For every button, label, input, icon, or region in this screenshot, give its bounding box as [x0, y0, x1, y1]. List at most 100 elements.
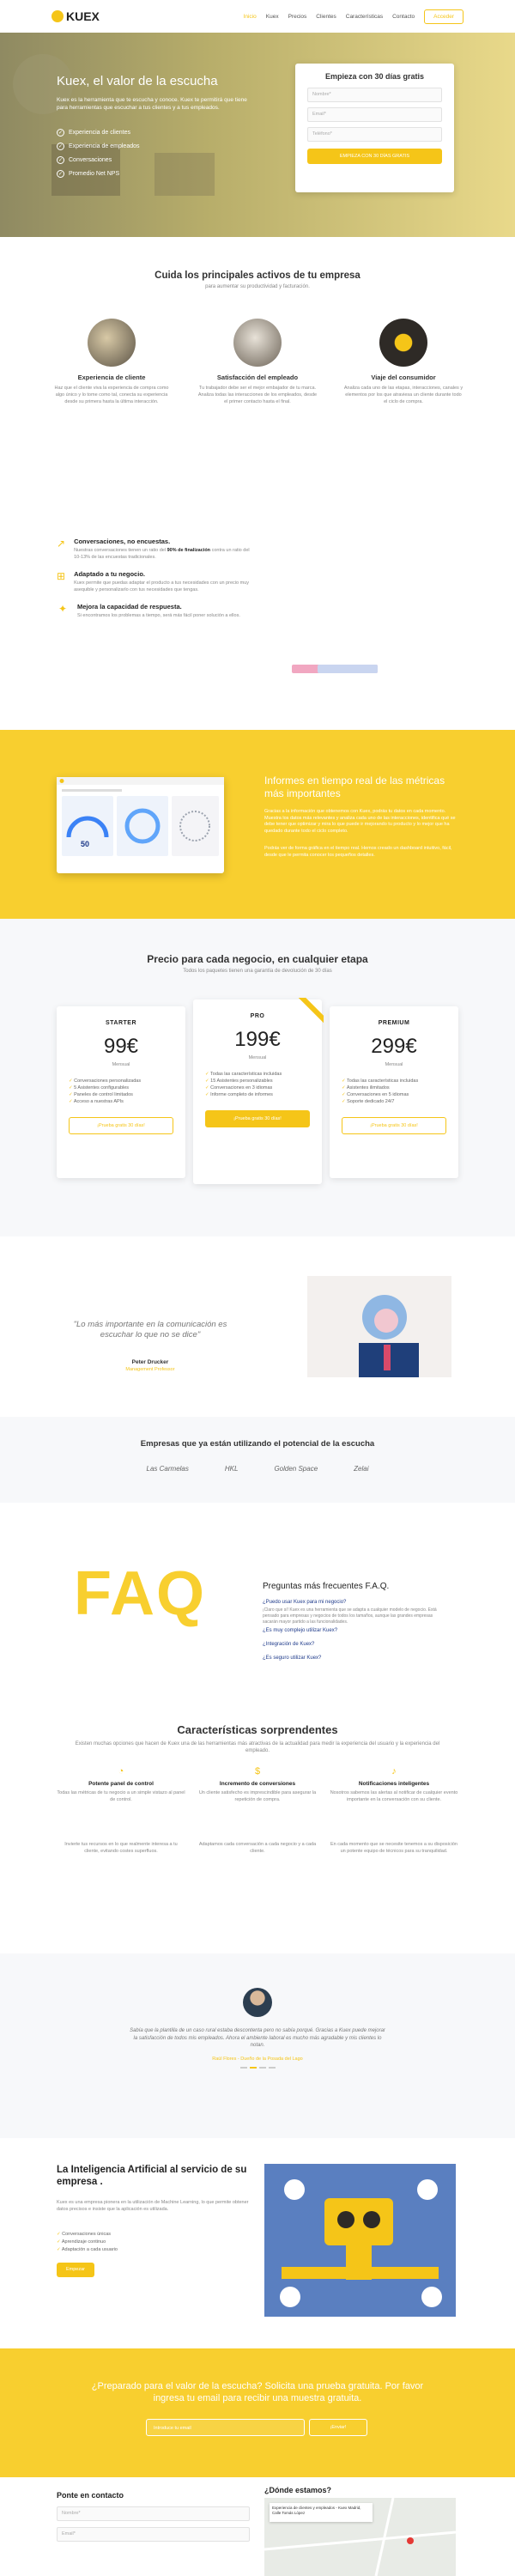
trial-email-input[interactable]: Introduce tu email	[146, 2419, 305, 2436]
carousel-dot[interactable]	[240, 2067, 247, 2069]
nav-item-contacto[interactable]: Contacto	[392, 14, 415, 20]
quote-role: Management Professor	[125, 1367, 175, 1372]
asset-card: Satisfacción del empleado Tu trabajador …	[197, 319, 318, 405]
characteristic-item: Adaptamos cada conversación a cada negoc…	[193, 1842, 322, 1855]
carousel-dot[interactable]	[269, 2067, 276, 2069]
nav-item-inicio[interactable]: Inicio	[244, 14, 257, 20]
faq-question[interactable]: ¿Integración de Kuex?	[263, 1642, 314, 1647]
check-icon: ✓	[57, 156, 64, 164]
portrait-illustration	[307, 1276, 451, 1377]
hero-bullet: ✓ Experiencia de clientes	[57, 129, 140, 137]
characteristics-subtitle: Existen muchas opciones que hacen de Kue…	[75, 1741, 440, 1753]
metrics-text-1: Gracias a la información que obtenemos c…	[264, 809, 456, 834]
pricing-section: Precio para cada negocio, en cualquier e…	[0, 919, 515, 1236]
plan-features: Conversaciones personalizadas 5 Asistent…	[69, 1078, 173, 1105]
companies-title: Empresas que ya están utilizando el pote…	[140, 1439, 375, 1449]
trial-section: ¿Preparado para el valor de la escucha? …	[0, 2348, 515, 2477]
assets-section: Cuida los principales activos de tu empr…	[0, 237, 515, 428]
faq-section: FAQ Preguntas más frecuentes F.A.Q. ¿Pue…	[0, 1503, 515, 1713]
dollar-icon: $	[254, 1766, 261, 1777]
characteristics-section: Características sorprendentes Existen mu…	[0, 1713, 515, 1953]
form-title: Empieza con 30 días gratis	[324, 72, 425, 81]
features-section: ↗ Conversaciones, no encuestas. Nuestras…	[0, 428, 515, 730]
bell-icon: ♪	[391, 1766, 397, 1777]
characteristic-item: ♪ Notificaciones inteligentes Nosotros s…	[330, 1766, 458, 1803]
quote-section: "Lo más importante en la comunicación es…	[0, 1236, 515, 1417]
map-info-card: Experiencia de clientes y empleados - Ku…	[270, 2503, 373, 2522]
hero-title: Kuex, el valor de la escucha	[57, 74, 218, 88]
brand-name: KUEX	[66, 9, 100, 23]
characteristic-item: $ Incremento de conversiones Un cliente …	[193, 1766, 322, 1803]
ai-bullet: Conversaciones únicas	[57, 2231, 118, 2239]
ai-title: La Inteligencia Artificial al servicio d…	[57, 2165, 247, 2187]
asset-title: Experiencia de cliente	[77, 374, 146, 381]
nav-item-clientes[interactable]: Clientes	[316, 14, 336, 20]
characteristic-item: Invierte tus recursos en lo que realment…	[57, 1842, 185, 1855]
hero-bullet-label: Conversaciones	[69, 157, 112, 163]
trial-title: ¿Preparado para el valor de la escucha? …	[91, 2381, 424, 2403]
feature-text: Si encontramos los problemas a tiempo, s…	[77, 613, 240, 618]
gauge-icon: ◔	[118, 1766, 124, 1777]
carousel-dots[interactable]	[240, 2067, 276, 2069]
contact-name-field[interactable]: Nombre*	[57, 2506, 250, 2521]
plan-features: Todas las características incluidas Asis…	[342, 1078, 446, 1105]
hero-bullet-label: Experiencia de clientes	[69, 130, 130, 136]
plan-period: Mensual	[112, 1062, 130, 1067]
hero-bullet-label: Promedio Net NPS	[69, 171, 120, 177]
trial-submit-button[interactable]: ¡Enviar!	[309, 2419, 367, 2436]
main-menu: Inicio Kuex Precios Clientes Característ…	[244, 9, 464, 24]
faq-illustration: FAQ	[74, 1559, 207, 1628]
characteristic-text: En cada momento que se necesite tenemos …	[330, 1842, 457, 1854]
testimonial-author: Raúl Flores - Dueño de la Posada del Lag…	[212, 2057, 303, 2062]
top-navbar: KUEX Inicio Kuex Precios Clientes Caract…	[0, 0, 515, 33]
nav-item-precios[interactable]: Precios	[288, 14, 307, 20]
plan-price: 199€	[234, 1028, 281, 1051]
ai-section: La Inteligencia Artificial al servicio d…	[0, 2138, 515, 2348]
section-subtitle: para aumentar su productividad y factura…	[205, 284, 310, 289]
nav-item-caracteristicas[interactable]: Características	[346, 14, 383, 20]
dashboard-illustration	[57, 777, 224, 856]
hero-section: Kuex, el valor de la escucha Kuex es la …	[0, 33, 515, 237]
phone-illustration	[292, 665, 378, 673]
characteristic-title: Incremento de conversiones	[219, 1781, 296, 1787]
pricing-card-starter: STARTER 99€ Mensual Conversaciones perso…	[57, 1006, 185, 1178]
contact-email-field[interactable]: Email*	[57, 2527, 250, 2542]
start-button[interactable]: Empezar	[57, 2263, 94, 2277]
feature-title: Adaptado a tu negocio.	[74, 570, 145, 578]
quote-text: "Lo más importante en la comunicación es…	[73, 1320, 227, 1340]
brand-logo[interactable]: KUEX	[52, 9, 100, 23]
characteristic-item: ◔ Potente panel de control Todas las mét…	[57, 1766, 185, 1803]
faq-question[interactable]: ¿Puedo usar Kuex para mi negocio?	[263, 1600, 346, 1605]
chart-icon: ↗	[57, 538, 66, 550]
faq-question[interactable]: ¿Es muy complejo utilizar Kuex?	[263, 1628, 337, 1633]
plan-feature: Conversaciones en 5 idiomas	[342, 1091, 446, 1098]
starter-trial-button[interactable]: ¡Prueba gratis 30 días!	[69, 1117, 173, 1134]
location-map[interactable]: Experiencia de clientes y empleados - Ku…	[264, 2497, 457, 2576]
name-field[interactable]: Nombre*	[307, 88, 442, 102]
pro-trial-button[interactable]: ¡Prueba gratis 30 días!	[205, 1110, 310, 1127]
plan-price: 299€	[371, 1035, 417, 1058]
plan-feature: Soporte dedicado 24/7	[342, 1098, 446, 1105]
carousel-dot[interactable]	[250, 2067, 257, 2069]
characteristic-title: Notificaciones inteligentes	[358, 1781, 430, 1787]
phone-field[interactable]: Teléfono*	[307, 127, 442, 142]
login-button[interactable]: Acceder	[424, 9, 464, 24]
company-logos: Las Carmelas HKL Golden Space Zelai	[0, 1465, 515, 1473]
faq-question[interactable]: ¿Es seguro utilizar Kuex?	[263, 1656, 321, 1661]
nav-item-kuex[interactable]: Kuex	[266, 14, 279, 20]
asset-text: Analiza cada uno de las etapas, interacc…	[343, 386, 464, 404]
plan-feature: Todas las características incluidas	[342, 1078, 446, 1084]
employee-photo	[233, 319, 282, 367]
start-trial-button[interactable]: EMPIEZA CON 30 DÍAS GRATIS	[307, 149, 442, 164]
trial-signup-form: Empieza con 30 días gratis Nombre* Email…	[295, 64, 454, 192]
premium-trial-button[interactable]: ¡Prueba gratis 30 días!	[342, 1117, 446, 1134]
logo-icon	[52, 10, 64, 22]
characteristic-text: Un cliente satisfecho es imprescindible …	[198, 1790, 317, 1802]
quote-author: Peter Drucker	[131, 1359, 169, 1365]
companies-section: Empresas que ya están utilizando el pote…	[0, 1417, 515, 1503]
plan-period: Mensual	[248, 1055, 267, 1060]
company-logo: HKL	[224, 1465, 239, 1473]
feature-item: ↗ Conversaciones, no encuestas. Nuestras…	[57, 538, 254, 561]
carousel-dot[interactable]	[259, 2067, 266, 2069]
email-field[interactable]: Email*	[307, 107, 442, 122]
